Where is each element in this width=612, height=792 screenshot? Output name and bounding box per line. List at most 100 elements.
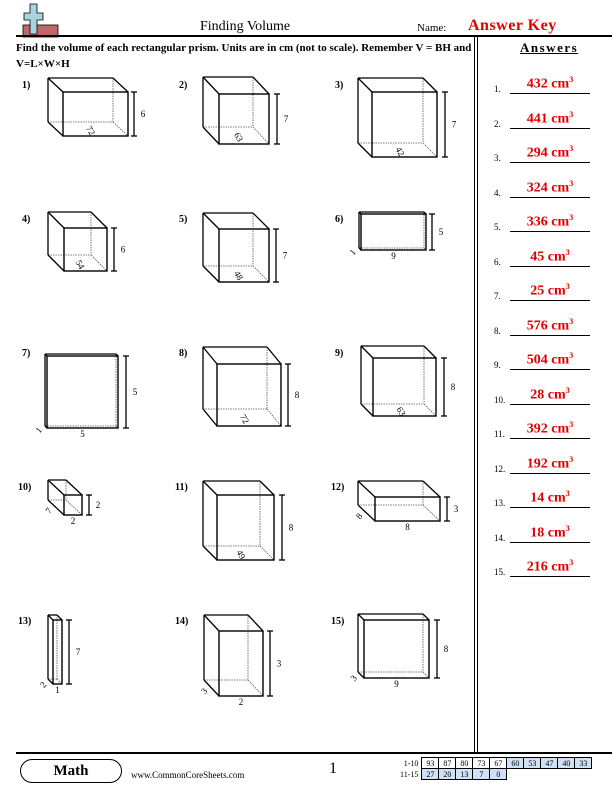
prism-problem: 6 72 [47, 77, 146, 137]
problem-number: 10) [18, 482, 32, 493]
width-label: 7 [43, 505, 54, 515]
depth-edge [252, 76, 270, 95]
height-label: 7 [76, 647, 81, 657]
width-label: 8 [354, 511, 365, 521]
hidden-edge [259, 545, 275, 561]
score-cell: 7 [472, 768, 491, 780]
depth-edge [202, 212, 220, 230]
answer-number: 3. [494, 153, 501, 163]
answer-number: 10. [494, 394, 506, 405]
height-label: 5 [133, 387, 138, 397]
problem-number: 4) [22, 214, 31, 225]
answer-number: 11. [494, 429, 505, 439]
length-label: 2 [71, 516, 76, 526]
answer-number: 8. [494, 325, 501, 336]
hidden-edge [65, 499, 83, 516]
answer-item: 5. 336 cm3 [494, 212, 604, 232]
length-label: 5 [80, 429, 85, 439]
hidden-edge [422, 671, 430, 679]
hidden-edge [90, 254, 108, 272]
width-label: 2 [38, 680, 49, 690]
score-range: 11-15 [400, 769, 419, 779]
height-label: 7 [283, 251, 288, 261]
answer-value: 336 cm3 [510, 213, 590, 232]
problem-number: 13) [18, 616, 32, 627]
answer-value: 504 cm3 [510, 351, 590, 370]
depth-edge [422, 480, 441, 498]
depth-edge [202, 480, 218, 496]
prism-problem: 2 2 7 [43, 479, 100, 526]
depth-edge [422, 613, 430, 621]
height-label: 8 [289, 523, 294, 533]
prism-problem: 7 63 [202, 76, 289, 145]
hidden-edge [423, 403, 437, 417]
depth-edge [360, 403, 374, 417]
answer-value: 14 cm3 [510, 489, 590, 508]
depth-edge [357, 77, 373, 93]
hidden-edge [252, 126, 270, 145]
depth-edge [357, 142, 373, 158]
answer-value: 324 cm3 [510, 179, 590, 198]
problem-number: 2) [179, 80, 188, 91]
worksheet-page: { "header":{ "title":"Finding Volume", "… [0, 0, 612, 792]
height-label: 8 [295, 390, 300, 400]
prism-problem: 7 48 [202, 212, 288, 283]
prism-problem: 7 42 [357, 77, 457, 158]
prism-problem: 5 5 1 [33, 353, 138, 439]
prism-problem: 863 [360, 345, 456, 418]
website-link[interactable]: www.CommonCoreSheets.com [131, 770, 244, 780]
hidden-edge [56, 678, 63, 685]
answer-item: 13. 14 cm3 [494, 488, 604, 508]
answer-value: 216 cm3 [510, 558, 590, 577]
score-row: 1-10 93 87 80 73 67 60 53 47 40 33 [398, 757, 593, 769]
score-cell: 67 [489, 757, 508, 769]
front-face [218, 630, 264, 697]
answer-item: 2. 441 cm3 [494, 109, 604, 129]
answer-key-label: Answer Key [468, 17, 557, 34]
answer-number: 4. [494, 187, 501, 198]
depth-edge [47, 479, 65, 496]
score-cell: 53 [523, 757, 542, 769]
prism-problem: 849 [202, 480, 294, 561]
depth-edge [357, 613, 365, 621]
prism-problem: 7 12 [38, 614, 81, 695]
answer-item: 3. 294 cm3 [494, 143, 604, 163]
width-label: 3 [348, 673, 359, 683]
score-cell: 40 [557, 757, 576, 769]
prism-problem: 3 2 3 [199, 614, 282, 707]
hidden-edge [422, 504, 441, 522]
answer-number: 5. [494, 222, 501, 232]
front-face [46, 355, 119, 429]
prism-problem: 8 72 [202, 346, 300, 427]
hidden-edge [252, 265, 270, 283]
front-face [360, 213, 427, 251]
hidden-edge [112, 121, 129, 137]
score-cell: 73 [472, 757, 491, 769]
problem-number: 14) [175, 616, 189, 627]
answer-item: 6. 45 cm3 [494, 247, 604, 267]
height-label: 3 [277, 659, 282, 669]
height-label: 5 [439, 227, 444, 237]
depth-edge [252, 212, 270, 230]
answer-value: 192 cm3 [510, 455, 590, 474]
depth-edge [357, 480, 376, 498]
depth-edge [47, 254, 65, 272]
score-cell: 60 [506, 757, 525, 769]
instructions: Find the volume of each rectangular pris… [16, 42, 472, 70]
footer-rule [16, 752, 612, 754]
logo-icon [22, 3, 59, 38]
score-cell: 0 [489, 768, 508, 780]
depth-edge [422, 77, 438, 93]
base-area-label: 42 [394, 145, 407, 158]
length-label: 8 [405, 522, 410, 532]
height-label: 6 [121, 245, 126, 255]
height-label: 3 [454, 504, 459, 514]
answer-item: 11. 392 cm3 [494, 419, 604, 439]
depth-edge [65, 479, 83, 496]
depth-edge [360, 345, 374, 359]
problem-number: 11) [175, 482, 188, 493]
width-label: 1 [33, 425, 44, 435]
height-label: 8 [451, 382, 456, 392]
hidden-edge [266, 408, 282, 427]
answer-value: 28 cm3 [510, 386, 590, 405]
